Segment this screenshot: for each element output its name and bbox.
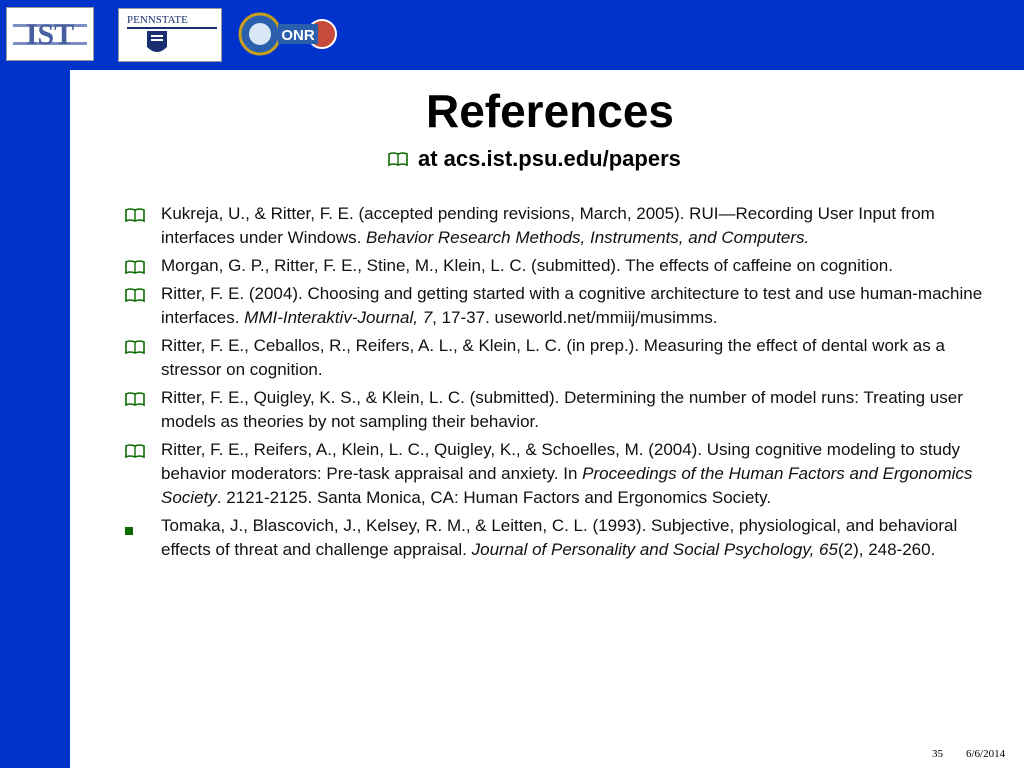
slide-subtitle: at acs.ist.psu.edu/papers	[388, 146, 681, 173]
reference-item: Ritter, F. E., Ceballos, R., Reifers, A.…	[125, 334, 995, 382]
book-icon	[125, 390, 145, 414]
reference-list: Kukreja, U., & Ritter, F. E. (accepted p…	[125, 202, 995, 566]
onr-logo: ONR	[238, 12, 342, 56]
reference-source: Journal of Personality and Social Psycho…	[471, 540, 838, 559]
reference-text-tail: . 2121-2125. Santa Monica, CA: Human Fac…	[216, 488, 772, 507]
reference-item: Kukreja, U., & Ritter, F. E. (accepted p…	[125, 202, 995, 250]
reference-item: Ritter, F. E., Reifers, A., Klein, L. C.…	[125, 438, 995, 510]
reference-text-tail: (2), 248-260.	[837, 540, 936, 559]
reference-item: Ritter, F. E., Quigley, K. S., & Klein, …	[125, 386, 995, 434]
subtitle-text: at acs.ist.psu.edu/papers	[418, 146, 681, 171]
reference-text: Ritter, F. E., Quigley, K. S., & Klein, …	[161, 388, 963, 431]
reference-source: Behavior Research Methods, Instruments, …	[366, 228, 810, 247]
ist-logo-text: IST	[26, 18, 74, 51]
reference-text: Morgan, G. P., Ritter, F. E., Stine, M.,…	[161, 256, 893, 275]
reference-item: Tomaka, J., Blascovich, J., Kelsey, R. M…	[125, 514, 995, 562]
reference-text: Ritter, F. E., Ceballos, R., Reifers, A.…	[161, 336, 945, 379]
onr-logo-text: ONR	[281, 27, 315, 44]
pennstate-logo-text: PENNSTATE	[127, 14, 188, 26]
slide-date: 6/6/2014	[966, 748, 1006, 760]
reference-item: Morgan, G. P., Ritter, F. E., Stine, M.,…	[125, 254, 995, 278]
square-bullet-icon	[125, 518, 133, 542]
slide-title: References	[425, 85, 675, 137]
book-icon	[388, 147, 408, 173]
ist-logo: IST	[6, 7, 94, 61]
page-number: 35	[932, 748, 943, 760]
reference-item: Ritter, F. E. (2004). Choosing and getti…	[125, 282, 995, 330]
book-icon	[125, 206, 145, 230]
book-icon	[125, 338, 145, 362]
book-icon	[125, 258, 145, 282]
reference-source: MMI-Interaktiv-Journal, 7	[244, 308, 433, 327]
pennstate-logo: PENNSTATE	[118, 8, 222, 62]
book-icon	[125, 442, 145, 466]
reference-text-tail: , 17-37. useworld.net/mmiij/musimms.	[432, 308, 718, 327]
book-icon	[125, 286, 145, 310]
